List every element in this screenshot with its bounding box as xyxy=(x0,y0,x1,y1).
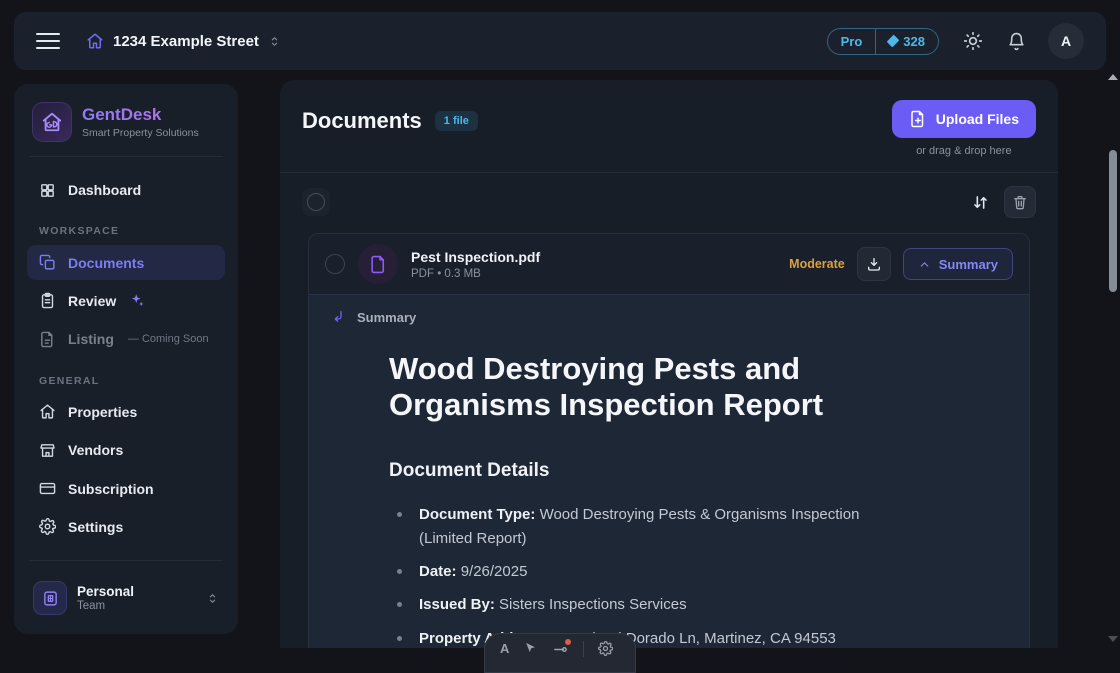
summary-toggle-button[interactable]: Summary xyxy=(903,248,1013,280)
diamond-icon xyxy=(887,35,900,48)
store-icon xyxy=(39,442,56,459)
credit-card-icon xyxy=(39,480,56,497)
brand-tagline: Smart Property Solutions xyxy=(82,127,199,139)
top-bar: 1234 Example Street Pro 328 A xyxy=(14,12,1106,70)
home-icon xyxy=(86,32,104,50)
summary-label: Summary xyxy=(357,310,416,325)
document-filename: Pest Inspection.pdf xyxy=(411,249,540,265)
scroll-up-arrow[interactable] xyxy=(1108,74,1118,80)
sidebar-item-settings[interactable]: Settings xyxy=(27,510,225,544)
sidebar: GentDesk Smart Property Solutions Dashbo… xyxy=(14,84,238,634)
gentdesk-logo-icon xyxy=(32,102,72,142)
pdf-file-icon xyxy=(358,244,398,284)
document-card-header[interactable]: Pest Inspection.pdf PDF • 0.3 MB Moderat… xyxy=(309,234,1029,294)
documents-copy-icon xyxy=(39,254,56,271)
property-selector[interactable]: 1234 Example Street xyxy=(86,32,281,50)
sidebar-item-listing[interactable]: Listing — Coming Soon xyxy=(27,322,225,356)
property-address: 1234 Example Street xyxy=(113,33,259,50)
divider xyxy=(29,560,223,561)
delete-button[interactable] xyxy=(1004,186,1036,218)
detail-item: Property Address: 243 Via El Dorado Ln, … xyxy=(389,627,909,648)
report-title: Wood Destroying Pests and Organisms Insp… xyxy=(389,351,869,424)
file-plus-icon xyxy=(909,110,927,128)
drag-drop-hint: or drag & drop here xyxy=(916,145,1011,157)
chevron-up-down-icon xyxy=(206,592,219,605)
file-count-badge: 1 file xyxy=(435,111,478,131)
workspace-switcher[interactable]: Personal Team xyxy=(27,575,225,621)
plan-label: Pro xyxy=(828,29,876,54)
details-title: Document Details xyxy=(389,460,949,482)
select-all-checkbox[interactable] xyxy=(302,188,330,216)
severity-badge: Moderate xyxy=(789,257,845,271)
section-label-workspace: WORKSPACE xyxy=(27,225,225,237)
details-list: Document Type: Wood Destroying Pests & O… xyxy=(389,503,949,648)
workspace-type: Team xyxy=(77,600,134,612)
chevron-up-down-icon xyxy=(268,35,281,48)
sidebar-item-subscription[interactable]: Subscription xyxy=(27,471,225,505)
documents-panel: Documents 1 file Upload Files or drag & … xyxy=(280,80,1058,648)
download-button[interactable] xyxy=(857,247,891,281)
detail-item: Document Type: Wood Destroying Pests & O… xyxy=(389,503,909,552)
sidebar-item-documents[interactable]: Documents xyxy=(27,245,225,279)
grid-icon xyxy=(39,182,56,199)
sidebar-item-properties[interactable]: Properties xyxy=(27,395,225,429)
sidebar-item-dashboard[interactable]: Dashboard xyxy=(27,173,225,207)
document-card: Pest Inspection.pdf PDF • 0.3 MB Moderat… xyxy=(308,233,1030,648)
upload-files-button[interactable]: Upload Files xyxy=(892,100,1036,138)
document-meta: PDF • 0.3 MB xyxy=(411,268,540,280)
file-icon xyxy=(39,331,56,348)
sidebar-item-vendors[interactable]: Vendors xyxy=(27,433,225,467)
toolbar-gear-icon[interactable] xyxy=(598,641,613,656)
divider xyxy=(29,156,223,157)
home-icon xyxy=(39,403,56,420)
toggle-tool-icon[interactable] xyxy=(552,641,569,658)
credits-count: 328 xyxy=(903,34,925,49)
detail-item: Issued By: Sisters Inspections Services xyxy=(389,593,909,617)
menu-icon[interactable] xyxy=(36,28,60,54)
plan-credits-badge[interactable]: Pro 328 xyxy=(827,28,939,55)
page-title: Documents xyxy=(302,108,422,134)
notifications-bell-icon[interactable] xyxy=(1007,32,1026,51)
chevron-up-icon xyxy=(918,258,931,271)
workspace-name: Personal xyxy=(77,584,134,599)
scrollbar[interactable] xyxy=(1105,66,1120,648)
scrollbar-thumb[interactable] xyxy=(1109,150,1117,292)
trash-icon xyxy=(1012,194,1028,210)
document-summary-section: Summary Wood Destroying Pests and Organi… xyxy=(309,294,1029,648)
sidebar-item-review[interactable]: Review xyxy=(27,284,225,318)
sparkles-icon xyxy=(130,293,145,308)
gear-icon xyxy=(39,518,56,535)
brand-name: GentDesk xyxy=(82,105,199,125)
brand: GentDesk Smart Property Solutions xyxy=(27,102,225,142)
detail-item: Date: 9/26/2025 xyxy=(389,560,909,584)
download-icon xyxy=(866,256,882,272)
section-label-general: GENERAL xyxy=(27,375,225,387)
scroll-down-arrow[interactable] xyxy=(1108,636,1118,642)
coming-soon-label: — Coming Soon xyxy=(128,333,209,345)
text-tool-icon[interactable]: A xyxy=(500,641,509,657)
clipboard-icon xyxy=(39,292,56,309)
theme-sun-icon[interactable] xyxy=(963,31,983,51)
notification-dot xyxy=(565,639,571,645)
divider xyxy=(583,641,584,657)
user-avatar[interactable]: A xyxy=(1048,23,1084,59)
floating-toolbar: A xyxy=(484,633,636,673)
sort-button[interactable] xyxy=(967,189,994,216)
cursor-tool-icon[interactable] xyxy=(523,641,538,656)
document-checkbox[interactable] xyxy=(325,254,345,274)
workspace-icon xyxy=(33,581,67,615)
sort-arrows-icon xyxy=(971,193,990,212)
summary-arrow-icon xyxy=(331,309,347,325)
